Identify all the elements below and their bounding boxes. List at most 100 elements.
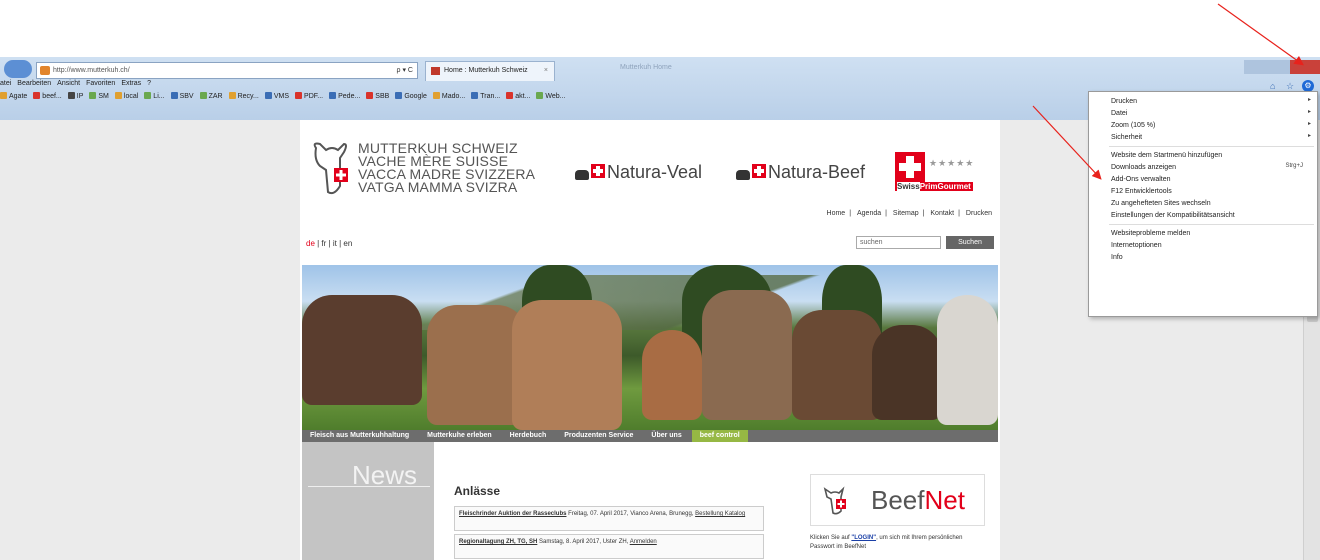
- favorite-item[interactable]: Li...: [144, 92, 165, 100]
- beefnet-logo[interactable]: BeefNet: [810, 474, 985, 526]
- favorite-item[interactable]: Mado...: [432, 92, 465, 100]
- nav-agenda[interactable]: Agenda: [857, 210, 881, 217]
- event-link[interactable]: Regionaltagung ZH, TG, SH: [459, 539, 537, 545]
- brand-natura-veal[interactable]: Natura-Veal: [575, 162, 702, 183]
- back-button[interactable]: [4, 60, 32, 78]
- context-menu-item[interactable]: Websiteprobleme melden: [1111, 228, 1311, 240]
- tab-label: Home : Mutterkuh Schweiz: [444, 67, 528, 74]
- menu-bar-item[interactable]: ?: [147, 80, 151, 87]
- context-menu-item[interactable]: F12 Entwicklertools: [1111, 186, 1311, 198]
- nav-kontakt[interactable]: Kontakt: [930, 210, 954, 217]
- swiss-flag-icon: [591, 164, 605, 178]
- favorite-label: SM: [98, 93, 109, 100]
- favorite-label: PDF...: [304, 93, 324, 100]
- favorite-item[interactable]: SBB: [366, 92, 389, 100]
- lang-de[interactable]: de: [306, 239, 315, 248]
- menu-bar-item[interactable]: Bearbeiten: [17, 80, 51, 87]
- favorite-label: beef...: [42, 93, 62, 100]
- context-menu-item[interactable]: Add-Ons verwalten: [1111, 174, 1311, 186]
- search-button[interactable]: Suchen: [946, 236, 994, 249]
- context-menu-item[interactable]: Sicherheit: [1111, 132, 1311, 144]
- tools-context-menu: ▸ Drucken ▸ Datei ▸ Zoom (105 %) ▸ Sicherheit We…: [1088, 91, 1318, 317]
- beefnet-login-link[interactable]: "LOGIN": [851, 535, 876, 541]
- tab-close-icon[interactable]: ×: [544, 62, 548, 80]
- context-menu-item[interactable]: Website dem Startmenü hinzufügen: [1111, 150, 1311, 162]
- context-menu-item[interactable]: Info: [1111, 252, 1311, 264]
- beefnet-net: Net: [924, 485, 965, 515]
- favorite-item[interactable]: Agate: [0, 92, 27, 100]
- context-menu-label: Drucken: [1111, 98, 1138, 105]
- favorite-label: Agate: [9, 93, 28, 100]
- news-divider: [308, 486, 430, 487]
- favorite-icon: [89, 92, 97, 99]
- nav-drucken[interactable]: Drucken: [966, 210, 992, 217]
- window-minimize-button[interactable]: [1244, 60, 1290, 74]
- context-menu-item[interactable]: Internetoptionen: [1111, 240, 1311, 252]
- context-menu-item[interactable]: Zu angehefteten Sites wechseln: [1111, 198, 1311, 210]
- context-menu-item[interactable]: Datei: [1111, 108, 1311, 120]
- context-menu-item[interactable]: Downloads anzeigen: [1111, 162, 1311, 174]
- screenshot: http://www.mutterkuh.ch/ ρ ▾ C Home : Mu…: [0, 0, 1320, 560]
- context-menu-label: Internetoptionen: [1111, 242, 1162, 249]
- favorite-item[interactable]: IP: [67, 92, 83, 100]
- beefnet-cow-icon: [823, 486, 846, 515]
- lang-others[interactable]: | fr | it | en: [315, 239, 352, 248]
- favorite-icon: [114, 92, 122, 99]
- favorite-item[interactable]: SM: [89, 92, 109, 100]
- favorite-item[interactable]: local: [114, 92, 138, 100]
- brand-natura-beef[interactable]: Natura-Beef: [736, 162, 865, 183]
- menu-item-beef-control[interactable]: beef control: [691, 430, 748, 442]
- context-menu-item[interactable]: Zoom (105 %): [1111, 120, 1311, 132]
- event-link[interactable]: Fleischrinder Auktion der Rasseclubs: [459, 511, 566, 517]
- favorite-item[interactable]: Pede...: [329, 92, 360, 100]
- address-controls[interactable]: ρ ▾ C: [397, 63, 413, 78]
- favorite-item[interactable]: PDF...: [295, 92, 323, 100]
- tab-home[interactable]: Home : Mutterkuh Schweiz ×: [425, 61, 555, 81]
- favorite-icon: [432, 92, 440, 99]
- favorite-item[interactable]: Google: [395, 92, 427, 100]
- menu-item-service[interactable]: Produzenten Service: [556, 430, 641, 442]
- event-extra-link[interactable]: Bestellung Katalog: [695, 511, 745, 517]
- favorite-label: VMS: [273, 93, 290, 100]
- favorite-icon: [67, 92, 75, 99]
- favorite-item[interactable]: Recy...: [228, 92, 259, 100]
- menu-item-herdebuch[interactable]: Herdebuch: [502, 430, 555, 442]
- favorite-item[interactable]: SBV: [170, 92, 194, 100]
- menu-bar-item[interactable]: Extras: [121, 80, 141, 87]
- brand-swiss-prim-gourmet[interactable]: ★★★★★ SwissPrimGourmet: [895, 152, 995, 192]
- search-input[interactable]: suchen: [856, 236, 941, 249]
- favorite-item[interactable]: beef...: [33, 92, 62, 100]
- favorite-item[interactable]: VMS: [264, 92, 290, 100]
- mutterkuh-logo-icon: [313, 142, 348, 195]
- cow-shape: [512, 300, 622, 430]
- spg-label: SwissPrimGourmet: [895, 182, 973, 191]
- cow-shape: [302, 295, 422, 405]
- favorite-item[interactable]: akt...: [506, 92, 530, 100]
- context-menu-label: Datei: [1111, 110, 1128, 117]
- spg-label-prim: PrimGourmet: [919, 182, 971, 191]
- event-extra-link[interactable]: Anmelden: [630, 539, 657, 545]
- context-menu-item[interactable]: Einstellungen der Kompatibilitätsansicht: [1111, 210, 1311, 222]
- context-menu-label: F12 Entwicklertools: [1111, 188, 1172, 195]
- favorite-icon: [366, 92, 374, 99]
- menu-item-erleben[interactable]: Mutterkuhe erleben: [419, 430, 500, 442]
- nav-sitemap[interactable]: Sitemap: [893, 210, 919, 217]
- menu-item-ueber-uns[interactable]: Über uns: [643, 430, 689, 442]
- nav-home[interactable]: Home: [827, 210, 846, 217]
- main-menu: Fleisch aus Mutterkuhhaltung Mutterkuhe …: [302, 430, 998, 442]
- window-close-button[interactable]: [1290, 60, 1320, 74]
- favorite-label: Web...: [545, 93, 566, 100]
- menu-bar-item[interactable]: Ansicht: [57, 80, 80, 87]
- beefnet-wordmark: BeefNet: [871, 485, 965, 516]
- menu-bar-item[interactable]: atei: [0, 80, 11, 87]
- swiss-cross-icon: [895, 152, 925, 182]
- menu-bar-item[interactable]: Favoriten: [86, 80, 115, 87]
- address-bar[interactable]: http://www.mutterkuh.ch/ ρ ▾ C: [36, 62, 418, 79]
- menu-item-fleisch[interactable]: Fleisch aus Mutterkuhhaltung: [302, 430, 417, 442]
- favorite-item[interactable]: Tran...: [471, 92, 500, 100]
- nav-separator: |: [958, 210, 960, 217]
- favorite-item[interactable]: ZAR: [199, 92, 223, 100]
- favorite-icon: [199, 92, 207, 99]
- favorite-item[interactable]: Web...: [536, 92, 566, 100]
- context-menu-item[interactable]: Drucken: [1111, 96, 1311, 108]
